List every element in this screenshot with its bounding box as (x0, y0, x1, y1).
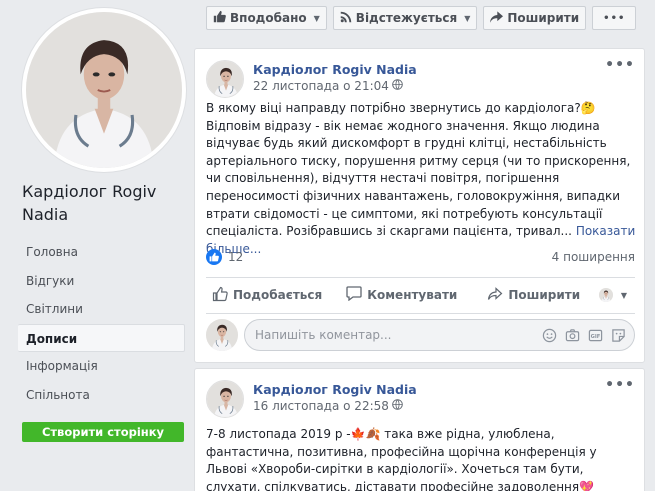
chevron-down-icon: ▼ (464, 13, 471, 23)
comment-input[interactable] (255, 328, 542, 342)
post-author[interactable]: Кардіолог Rogiv Nadia (253, 381, 417, 398)
post-card: Кардіолог Rogiv Nadia 22 листопада о 21:… (194, 48, 645, 363)
page-title[interactable]: Кардіолог Rogiv Nadia (22, 180, 192, 226)
left-column: Кардіолог Rogiv Nadia Головна Відгуки Св… (0, 0, 200, 491)
svg-text:GIF: GIF (591, 333, 601, 339)
divider (206, 277, 635, 278)
post-options-icon[interactable]: ••• (605, 377, 635, 393)
post-card: Кардіолог Rogiv Nadia 16 листопада о 22:… (194, 368, 645, 491)
sticker-icon[interactable] (611, 328, 626, 343)
nav-item-posts[interactable]: Дописи (18, 323, 185, 352)
liked-button[interactable]: Вподобано ▼ (206, 6, 327, 30)
share-arrow-icon (490, 10, 504, 26)
thumbs-up-icon (213, 10, 226, 26)
reactions-count[interactable]: 12 (206, 249, 243, 265)
camera-icon[interactable] (565, 328, 580, 343)
rss-icon (340, 11, 352, 26)
post-text: 7-8 листопада 2019 р -🍁🍂 така вже рідна,… (206, 427, 597, 491)
post-header: Кардіолог Rogiv Nadia 22 листопада о 21:… (206, 60, 417, 98)
comment-input-wrapper[interactable]: GIF (244, 319, 635, 351)
gif-icon[interactable]: GIF (588, 328, 603, 343)
page-nav: Головна Відгуки Світлини Дописи Інформац… (18, 238, 185, 409)
divider (206, 313, 635, 314)
post-stats: 12 4 поширення (206, 247, 635, 267)
post-text: В якому віці направду потрібно звернутис… (206, 101, 636, 256)
page-profile-picture[interactable] (22, 8, 186, 172)
comment-button[interactable]: Коментувати (346, 286, 457, 304)
share-page-button[interactable]: Поширити (483, 6, 587, 30)
liked-label: Вподобано (230, 11, 307, 25)
post-as-selector[interactable]: ▼ (599, 288, 627, 302)
post-header: Кардіолог Rogiv Nadia 16 листопада о 22:… (206, 380, 417, 418)
avatar (599, 288, 613, 302)
post-author[interactable]: Кардіолог Rogiv Nadia (253, 61, 417, 78)
thumbs-up-icon (212, 286, 228, 305)
chevron-down-icon: ▼ (313, 13, 320, 23)
page-action-bar: Вподобано ▼ Відстежується ▼ Поширити ••• (206, 6, 637, 30)
post-actions: Подобається Коментувати Поширити ▼ (206, 279, 635, 311)
post-options-icon[interactable]: ••• (605, 57, 635, 73)
globe-icon (392, 398, 403, 415)
avatar[interactable] (206, 380, 244, 418)
following-label: Відстежується (355, 11, 458, 25)
avatar (206, 319, 238, 351)
nav-item-about[interactable]: Інформація (18, 352, 185, 381)
comment-composer: GIF (206, 319, 635, 351)
doctor-photo (26, 12, 182, 168)
shares-count[interactable]: 4 поширення (552, 250, 635, 264)
following-button[interactable]: Відстежується ▼ (332, 6, 478, 30)
nav-item-home[interactable]: Головна (18, 238, 185, 267)
thumbs-up-icon (206, 249, 222, 265)
post-timestamp[interactable]: 22 листопада о 21:04 (253, 78, 417, 95)
globe-icon (392, 78, 403, 95)
post-timestamp[interactable]: 16 листопада о 22:58 (253, 398, 417, 415)
share-label: Поширити (507, 11, 580, 25)
more-options-button[interactable]: ••• (592, 6, 637, 30)
nav-item-reviews[interactable]: Відгуки (18, 267, 185, 296)
chevron-down-icon: ▼ (620, 290, 627, 300)
smiley-icon[interactable] (542, 328, 557, 343)
comment-icon (346, 286, 362, 304)
share-button[interactable]: Поширити (487, 286, 580, 304)
nav-item-photos[interactable]: Світлини (18, 295, 185, 324)
create-page-button[interactable]: Створити сторінку (22, 422, 184, 442)
share-arrow-icon (487, 286, 503, 304)
nav-item-community[interactable]: Спільнота (18, 381, 185, 410)
avatar[interactable] (206, 60, 244, 98)
like-button[interactable]: Подобається (212, 286, 322, 305)
